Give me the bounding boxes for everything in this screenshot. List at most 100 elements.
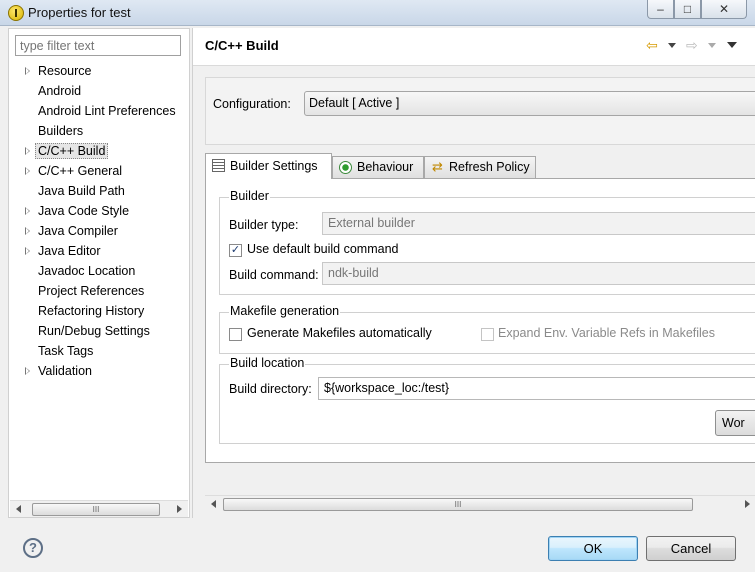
window-title: Properties for test	[28, 5, 131, 20]
tab-label: Behaviour	[357, 160, 414, 174]
expand-env-refs-label: Expand Env. Variable Refs in Makefiles	[498, 326, 716, 340]
tree-item[interactable]: Java Editor	[9, 241, 189, 261]
tree-item-label: Java Editor	[38, 244, 101, 258]
tree-item-label: Refactoring History	[38, 304, 145, 318]
radio-icon	[339, 161, 352, 174]
forward-arrow-icon[interactable]: ⇨	[686, 38, 700, 52]
tab-behaviour[interactable]: Behaviour	[332, 156, 424, 178]
tree-item-label: Validation	[38, 364, 92, 378]
build-command-field[interactable]: ndk-build	[322, 262, 755, 285]
build-directory-label: Build directory:	[229, 382, 312, 396]
use-default-command-checkbox[interactable]: ✓	[229, 244, 242, 257]
tree-item-label: C/C++ Build	[35, 143, 109, 159]
tree-item[interactable]: C/C++ General	[9, 161, 189, 181]
scroll-left-arrow-icon[interactable]	[211, 500, 216, 508]
scroll-thumb[interactable]: III	[32, 503, 160, 516]
tree-item[interactable]: Task Tags	[9, 341, 189, 361]
builder-type-label: Builder type:	[229, 218, 299, 232]
tree-horizontal-scrollbar[interactable]: III	[10, 500, 188, 517]
tab-label: Builder Settings	[230, 159, 318, 173]
tree-item-label: Project References	[38, 284, 145, 298]
tree-item[interactable]: Project References	[9, 281, 189, 301]
tree-item[interactable]: Refactoring History	[9, 301, 189, 321]
tree-item[interactable]: Validation	[9, 361, 189, 381]
use-default-command-label: Use default build command	[247, 242, 399, 256]
properties-dialog: Properties for test – □ ✕ Resource Androi…	[0, 0, 755, 572]
expand-arrow-icon[interactable]	[25, 247, 30, 255]
back-history-dropdown-icon[interactable]	[668, 43, 676, 48]
forward-history-dropdown-icon[interactable]	[708, 43, 716, 48]
filter-input[interactable]	[15, 35, 181, 56]
tree-item-label: Android	[38, 84, 82, 98]
tree-item[interactable]: Javadoc Location	[9, 261, 189, 281]
tree-item-label: Java Code Style	[38, 204, 130, 218]
makefile-generation-group: Makefile generation Generate Makefiles a…	[219, 304, 755, 354]
tree-item-label: C/C++ General	[38, 164, 123, 178]
page-header: C/C++ Build ⇦ ⇨	[193, 28, 755, 66]
scroll-thumb[interactable]: III	[223, 498, 693, 511]
app-icon	[8, 5, 24, 21]
builder-type-field: External builder	[322, 212, 755, 235]
tree-item-label: Java Build Path	[38, 184, 125, 198]
tab-builder-settings[interactable]: Builder Settings	[205, 153, 332, 179]
expand-arrow-icon[interactable]	[25, 147, 30, 155]
view-menu-icon[interactable]	[727, 42, 737, 48]
build-location-group: Build location Build directory: ${worksp…	[219, 356, 755, 444]
group-title: Makefile generation	[229, 304, 341, 318]
builder-group: Builder Builder type: External builder ✓…	[219, 189, 755, 295]
back-arrow-icon[interactable]: ⇦	[646, 38, 660, 52]
scroll-right-arrow-icon[interactable]	[745, 500, 750, 508]
list-icon	[212, 159, 225, 172]
tree-item-label: Run/Debug Settings	[38, 324, 150, 338]
tab-refresh-policy[interactable]: ⇄ Refresh Policy	[424, 156, 536, 178]
tree-item[interactable]: Run/Debug Settings	[9, 321, 189, 341]
group-title: Build location	[229, 356, 306, 370]
expand-env-refs-checkbox	[481, 328, 494, 341]
workspace-button[interactable]: Wor	[715, 410, 755, 436]
title-bar: Properties for test – □ ✕	[0, 0, 755, 26]
scroll-right-arrow-icon[interactable]	[177, 505, 182, 513]
page-horizontal-scrollbar[interactable]: III	[205, 495, 755, 512]
tree-item-label: Android Lint Preferences	[38, 104, 176, 118]
generate-makefiles-checkbox[interactable]	[229, 328, 242, 341]
help-button[interactable]: ?	[23, 538, 43, 558]
tree-item-label: Java Compiler	[38, 224, 118, 238]
configuration-label: Configuration:	[213, 97, 291, 111]
tree-item-label: Javadoc Location	[38, 264, 136, 278]
tree-item[interactable]: C/C++ Build	[9, 141, 189, 161]
tree-item-label: Builders	[38, 124, 84, 138]
tree-item[interactable]: Java Compiler	[9, 221, 189, 241]
tree-item[interactable]: Android	[9, 81, 189, 101]
page-title: C/C++ Build	[205, 38, 279, 53]
tab-label: Refresh Policy	[449, 160, 530, 174]
cancel-button[interactable]: Cancel	[646, 536, 736, 561]
close-button[interactable]: ✕	[701, 0, 747, 19]
tree-item[interactable]: Builders	[9, 121, 189, 141]
expand-arrow-icon[interactable]	[25, 207, 30, 215]
property-tree-panel: Resource Android Android Lint Preferences B…	[8, 28, 190, 518]
ok-button[interactable]: OK	[548, 536, 638, 561]
tree-item[interactable]: Android Lint Preferences	[9, 101, 189, 121]
refresh-icon: ⇄	[432, 159, 443, 174]
build-command-label: Build command:	[229, 268, 319, 282]
expand-arrow-icon[interactable]	[25, 167, 30, 175]
tree-item-label: Resource	[38, 64, 92, 78]
tree-item[interactable]: Resource	[9, 61, 189, 81]
generate-makefiles-label: Generate Makefiles automatically	[247, 326, 432, 340]
tree-item[interactable]: Java Code Style	[9, 201, 189, 221]
tree-item[interactable]: Java Build Path	[9, 181, 189, 201]
tree-item-label: Task Tags	[38, 344, 94, 358]
configuration-area: Configuration: Default [ Active ]	[205, 77, 755, 145]
expand-arrow-icon[interactable]	[25, 67, 30, 75]
property-page: C/C++ Build ⇦ ⇨ Configuration: Default […	[192, 28, 755, 518]
group-title: Builder	[229, 189, 270, 203]
scroll-left-arrow-icon[interactable]	[16, 505, 21, 513]
expand-arrow-icon[interactable]	[25, 367, 30, 375]
maximize-button[interactable]: □	[674, 0, 701, 19]
minimize-button[interactable]: –	[647, 0, 674, 19]
expand-arrow-icon[interactable]	[25, 227, 30, 235]
builder-settings-panel: Builder Builder type: External builder ✓…	[205, 178, 755, 463]
build-directory-field[interactable]: ${workspace_loc:/test}	[318, 377, 755, 400]
configuration-select[interactable]: Default [ Active ]	[304, 91, 755, 116]
property-tree: Resource Android Android Lint Preferences B…	[9, 61, 189, 381]
